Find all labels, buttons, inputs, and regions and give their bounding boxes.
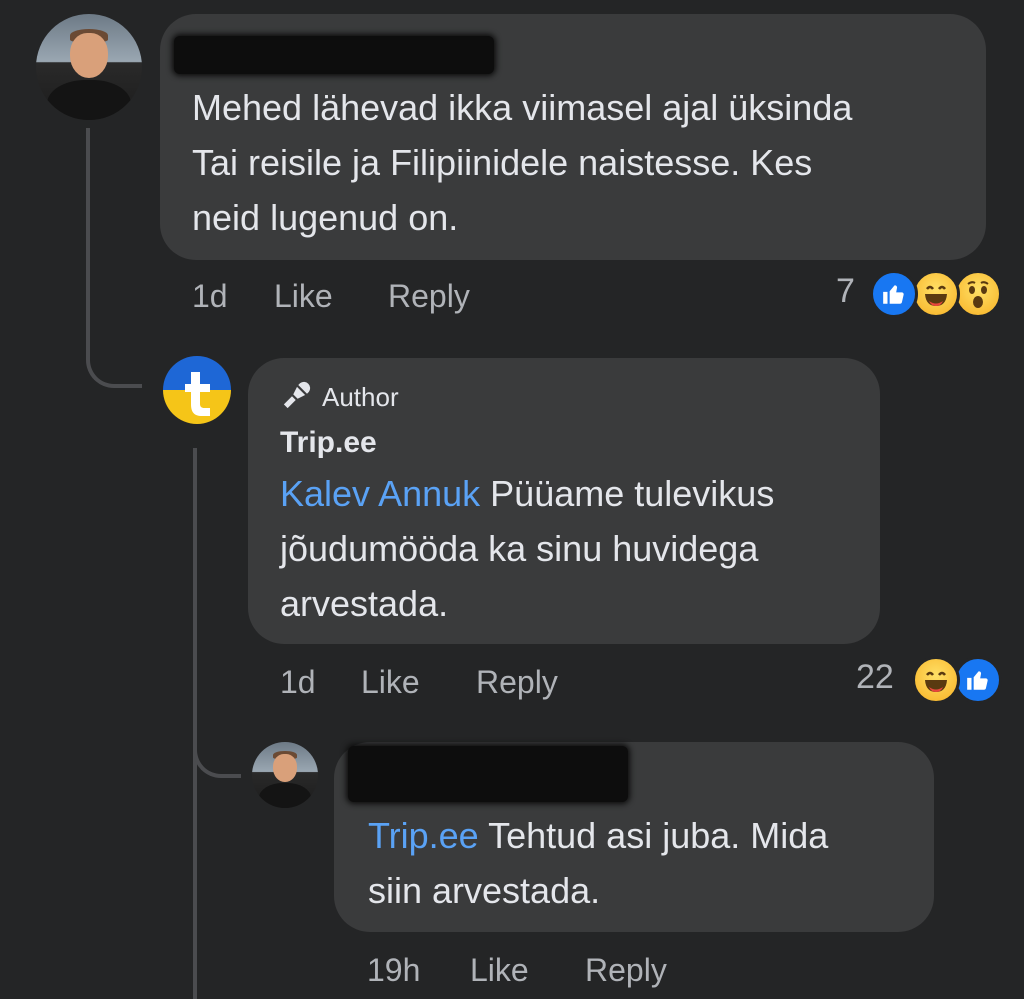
redacted-name	[174, 36, 494, 74]
comment-bubble: Mehed lähevad ikka viimasel ajal üksinda…	[160, 14, 986, 260]
author-badge: Author	[282, 380, 399, 415]
redacted-name	[348, 746, 628, 802]
microphone-icon	[282, 380, 312, 415]
comment-bubble: Trip.ee Tehtud asi juba. Mida siin arves…	[334, 742, 934, 932]
avatar[interactable]	[252, 742, 318, 808]
comment-timestamp: 1d	[192, 278, 228, 314]
author-name[interactable]: Trip.ee	[280, 426, 377, 460]
comment-timestamp: 1d	[280, 664, 316, 700]
reaction-count[interactable]: 7	[836, 272, 855, 311]
thread-connector	[86, 340, 142, 388]
reply-button[interactable]: Reply	[585, 952, 667, 989]
comment-text: Trip.ee Tehtud asi juba. Mida siin arves…	[368, 815, 829, 911]
thread-connector-2	[193, 730, 241, 778]
haha-icon	[912, 656, 960, 704]
comment-text: Mehed lähevad ikka viimasel ajal üksinda…	[192, 87, 853, 238]
wow-icon	[954, 270, 1002, 318]
avatar[interactable]	[36, 14, 142, 120]
like-button[interactable]: Like	[470, 952, 529, 989]
thread-line-main	[86, 128, 90, 360]
comment-bubble: Author Trip.ee Kalev Annuk Püüame tulevi…	[248, 358, 880, 644]
reaction-count[interactable]: 22	[856, 658, 894, 697]
tripee-avatar[interactable]	[163, 356, 231, 424]
haha-icon	[912, 270, 960, 318]
comment-text: Kalev Annuk Püüame tulevikus jõudumööda …	[280, 473, 775, 624]
reply-button[interactable]: Reply	[476, 664, 558, 701]
like-icon	[954, 656, 1002, 704]
like-button[interactable]: Like	[274, 278, 333, 315]
comment-timestamp: 19h	[367, 952, 421, 988]
mention-link[interactable]: Trip.ee	[368, 815, 479, 856]
mention-link[interactable]: Kalev Annuk	[280, 473, 480, 514]
like-button[interactable]: Like	[361, 664, 420, 701]
reply-button[interactable]: Reply	[388, 278, 470, 315]
like-icon	[870, 270, 918, 318]
thread-line-reply	[193, 448, 197, 999]
